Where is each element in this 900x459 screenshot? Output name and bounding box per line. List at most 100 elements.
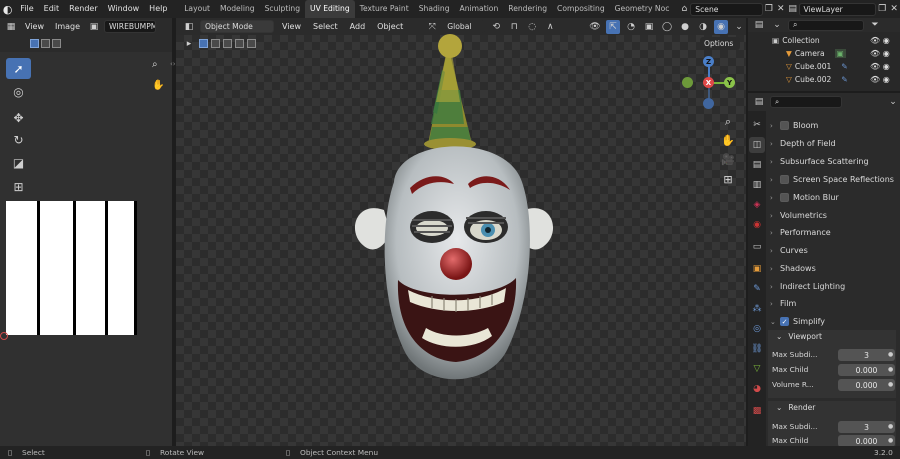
xray-icon[interactable]: ▣ (642, 20, 656, 34)
properties-search-input[interactable]: ⌕ (770, 95, 842, 108)
vp-select-mode-alt-icon[interactable] (247, 39, 256, 48)
tab-sculpting[interactable]: Sculpting (260, 0, 305, 18)
image-name-field[interactable]: WIREBUMPMAP (104, 20, 157, 33)
menu-file[interactable]: File (15, 0, 38, 18)
visibility-icon[interactable]: 👁 (588, 20, 602, 34)
data-tab-icon[interactable]: ▽ (749, 361, 765, 377)
panel-screen-space-reflections[interactable]: › Screen Space Reflections (770, 171, 896, 188)
toolbar-toggle-icon[interactable]: ▸ (182, 37, 196, 51)
clown-head-model[interactable] (336, 32, 576, 402)
ortho-grid-icon[interactable]: ⊞ (720, 171, 736, 187)
gizmo-x-axis[interactable]: X (703, 77, 714, 88)
particles-tab-icon[interactable]: ⁂ (749, 301, 765, 317)
animate-dot-icon[interactable]: ● (888, 423, 893, 430)
animate-dot-icon[interactable]: ● (888, 351, 893, 358)
edge-select-icon[interactable] (41, 39, 50, 48)
viewport-editor-type-icon[interactable]: ◧ (182, 20, 196, 34)
options-dropdown[interactable]: Options (700, 37, 740, 50)
render-tab-icon[interactable]: ◫ (749, 137, 765, 153)
panel-depth-of-field[interactable]: › Depth of Field (770, 135, 896, 152)
menu-help[interactable]: Help (144, 0, 172, 18)
cursor-tool-icon[interactable]: ◎ (6, 81, 31, 102)
eye-icon[interactable]: 👁 ◉ (870, 60, 900, 73)
material-tab-icon[interactable]: ◕ (749, 381, 765, 397)
panel-film[interactable]: › Film (770, 295, 896, 312)
navigation-gizmo[interactable]: Z X Y (682, 56, 735, 109)
zoom-icon[interactable]: ⌕ (720, 114, 736, 130)
scale-tool-icon[interactable]: ◪ (6, 152, 31, 173)
overlays-icon[interactable]: ◔ (624, 20, 638, 34)
ssr-checkbox[interactable] (780, 175, 789, 184)
pan-hand-icon[interactable]: ✋ (720, 132, 736, 148)
rendered-shading-icon[interactable]: ◉ (714, 19, 728, 34)
eye-icon[interactable]: 👁 ◉ (870, 73, 900, 86)
tab-modeling[interactable]: Modeling (215, 0, 260, 18)
gizmo-z-axis[interactable]: Z (703, 56, 714, 67)
face-select-icon[interactable] (52, 39, 61, 48)
panel-indirect-lighting[interactable]: › Indirect Lighting (770, 278, 896, 295)
tab-rendering[interactable]: Rendering (503, 0, 552, 18)
wireframe-shading-icon[interactable]: ◯ (660, 20, 674, 34)
move-tool-icon[interactable]: ✥ (6, 107, 31, 128)
tab-texture-paint[interactable]: Texture Paint (355, 0, 414, 18)
animate-dot-icon[interactable]: ● (888, 381, 893, 388)
panel-shadows[interactable]: › Shadows (770, 260, 896, 277)
gizmo-neg-z-axis[interactable] (703, 98, 714, 109)
zoom-icon[interactable]: ⌕ (152, 59, 158, 70)
panel-bloom[interactable]: › Bloom (770, 117, 896, 134)
image-browse-icon[interactable]: ▣ (87, 20, 101, 34)
panel-simplify[interactable]: ⌄ ✓ Simplify (770, 313, 896, 330)
vp-vertex-select-icon[interactable] (199, 39, 208, 48)
world-tab-icon[interactable]: ◉ (749, 217, 765, 233)
constraints-tab-icon[interactable]: ⛓ (749, 341, 765, 357)
eye-icon[interactable]: 👁 ◉ (870, 47, 900, 60)
panel-curves[interactable]: › Curves (770, 242, 896, 259)
panel-volumetrics[interactable]: › Volumetrics (770, 207, 896, 224)
simplify-checkbox[interactable]: ✓ (780, 317, 789, 326)
3d-viewport[interactable]: ◧ Object Mode View Select Add Object ⤧ G… (176, 18, 746, 446)
scene-icon[interactable]: ⌂ (678, 2, 690, 16)
gizmo-toggle-icon[interactable]: ⇱ (606, 19, 620, 34)
menu-render[interactable]: Render (64, 0, 102, 18)
animate-dot-icon[interactable]: ● (888, 366, 893, 373)
tab-compositing[interactable]: Compositing (552, 0, 610, 18)
tab-geometry-nodes[interactable]: Geometry Noc (610, 0, 675, 18)
gizmo-neg-y-axis[interactable] (682, 77, 693, 88)
collapse-arrow-icon[interactable]: ‹› (170, 60, 176, 68)
outliner-editor-type-icon[interactable]: ▤ (752, 18, 766, 32)
editor-type-icon[interactable]: ▦ (4, 20, 18, 34)
vertex-select-icon[interactable] (30, 39, 39, 48)
max-subdivision-field[interactable]: 3 (838, 349, 895, 361)
close-view-layer-icon[interactable]: ✕ (888, 2, 900, 16)
viewport-subpanel-header[interactable]: ⌄ Viewport (776, 332, 822, 341)
motion-blur-checkbox[interactable] (780, 193, 789, 202)
vp-face-select-icon[interactable] (223, 39, 232, 48)
outliner-filter-mode-icon[interactable]: ⌄ (770, 18, 784, 32)
object-tab-icon[interactable]: ▣ (749, 261, 765, 277)
scene-selector[interactable]: Scene (690, 2, 763, 16)
menu-edit[interactable]: Edit (39, 0, 65, 18)
copy-scene-icon[interactable]: ❐ (763, 2, 775, 16)
panel-performance[interactable]: › Performance (770, 224, 896, 241)
gizmo-y-axis[interactable]: Y (724, 77, 735, 88)
bloom-checkbox[interactable] (780, 121, 789, 130)
volume-resolution-field[interactable]: 0.000 (838, 379, 895, 391)
max-child-particles-field[interactable]: 0.000 (838, 364, 895, 376)
view-layer-icon[interactable]: ▤ (787, 2, 799, 16)
object-mode-dropdown[interactable]: Object Mode (200, 20, 274, 33)
output-tab-icon[interactable]: ▤ (749, 157, 765, 173)
menu-window[interactable]: Window (103, 0, 145, 18)
vp-edge-select-icon[interactable] (211, 39, 220, 48)
select-box-tool-icon[interactable]: ➚ (6, 58, 31, 79)
properties-options-icon[interactable]: ⌄ (886, 95, 900, 109)
tab-shading[interactable]: Shading (414, 0, 455, 18)
tab-animation[interactable]: Animation (455, 0, 504, 18)
uv-menu-view[interactable]: View (21, 18, 48, 36)
panel-motion-blur[interactable]: › Motion Blur (770, 189, 896, 206)
viewport-menu-view[interactable]: View (278, 18, 305, 36)
render-max-subdivision-field[interactable]: 3 (838, 421, 895, 433)
physics-tab-icon[interactable]: ◎ (749, 321, 765, 337)
solid-shading-icon[interactable]: ● (678, 20, 692, 34)
collection-tab-icon[interactable]: ▭ (749, 239, 765, 255)
modifier-tab-icon[interactable]: ✎ (749, 281, 765, 297)
